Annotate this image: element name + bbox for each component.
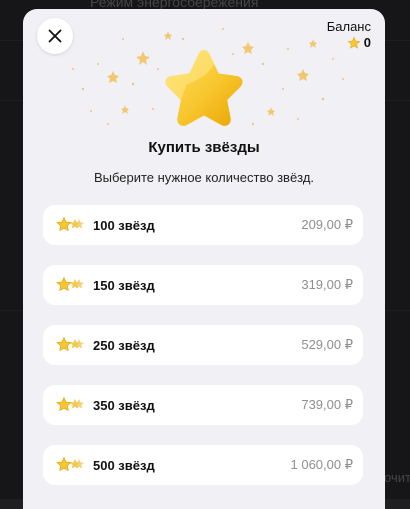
balance: Баланс 0 <box>327 19 371 50</box>
stars-option[interactable]: 250 звёзд 529,00 ₽ <box>43 325 363 365</box>
option-label: 250 звёзд <box>93 337 155 353</box>
option-price: 1 060,00 ₽ <box>290 457 354 472</box>
option-label: 350 звёзд <box>93 397 155 413</box>
stars-stack-icon <box>56 396 84 412</box>
star-icon <box>347 36 361 49</box>
option-label: 100 звёзд <box>93 217 155 233</box>
option-price: 319,00 ₽ <box>301 277 353 292</box>
stars-options-list: 100 звёзд 209,00 ₽ 150 звёзд 319,00 ₽ 25… <box>43 205 363 505</box>
close-button[interactable] <box>37 18 73 54</box>
star-hero-icon <box>165 50 243 126</box>
stars-stack-icon <box>56 336 84 352</box>
stars-option[interactable]: 350 звёзд 739,00 ₽ <box>43 385 363 425</box>
stars-stack-icon <box>56 456 84 472</box>
option-label: 150 звёзд <box>93 277 155 293</box>
balance-value: 0 <box>363 35 371 50</box>
balance-label: Баланс <box>326 19 371 34</box>
stars-stack-icon <box>56 276 84 292</box>
stars-stack-icon <box>56 216 84 232</box>
stars-option[interactable]: 150 звёзд 319,00 ₽ <box>43 265 363 305</box>
option-price: 209,00 ₽ <box>301 217 353 232</box>
option-price: 529,00 ₽ <box>301 337 353 352</box>
option-label: 500 звёзд <box>93 457 155 473</box>
stars-option[interactable]: 500 звёзд 1 060,00 ₽ <box>43 445 363 485</box>
close-icon <box>48 29 62 43</box>
stars-option[interactable]: 100 звёзд 209,00 ₽ <box>43 205 363 245</box>
dialog-title: Купить звёзды <box>148 139 260 156</box>
option-price: 739,00 ₽ <box>301 397 353 412</box>
dialog-subtitle: Выберите нужное количество звёзд. <box>93 170 315 185</box>
buy-stars-dialog: Баланс 0 Купить звёзды Выберите нужное к… <box>23 9 385 509</box>
